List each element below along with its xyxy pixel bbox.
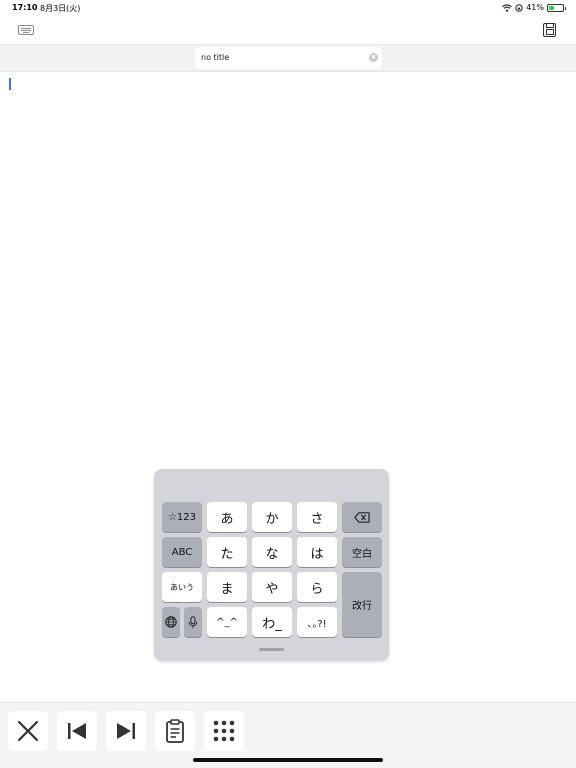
floating-keyboard: ☆123 あ か さ ABC た な は 空白 あいう ま や ら 改行 ^_^…: [154, 469, 389, 661]
key-punctuation[interactable]: ､｡?!: [297, 607, 337, 637]
key-ra[interactable]: ら: [297, 572, 337, 602]
key-a[interactable]: あ: [207, 502, 247, 532]
key-ta[interactable]: た: [207, 537, 247, 567]
microphone-icon: [188, 615, 198, 628]
grid-icon: [213, 720, 235, 742]
key-return[interactable]: 改行: [342, 572, 382, 637]
app-screen: 17:10 8月3日(火) 41% no title × ☆123 あ か さ …: [0, 0, 576, 768]
key-globe[interactable]: [162, 607, 180, 637]
key-na[interactable]: な: [252, 537, 292, 567]
wifi-icon: [502, 3, 513, 12]
clear-circle-icon[interactable]: ×: [369, 53, 378, 62]
delete-icon: [354, 511, 370, 523]
grid-button[interactable]: [204, 711, 244, 751]
key-ma[interactable]: ま: [207, 572, 247, 602]
key-delete[interactable]: [342, 502, 382, 532]
status-right: 41%: [502, 3, 566, 12]
skip-forward-button[interactable]: [106, 711, 146, 751]
keyboard-drag-handle[interactable]: [259, 648, 284, 651]
title-bar: no title ×: [0, 44, 576, 72]
key-wa[interactable]: わ_: [252, 607, 292, 637]
close-icon: [17, 720, 39, 742]
clipboard-button[interactable]: [155, 711, 195, 751]
globe-icon: [165, 616, 177, 628]
status-time: 17:10: [12, 3, 38, 12]
key-sa[interactable]: さ: [297, 502, 337, 532]
battery-icon: [547, 3, 566, 12]
key-mode-kana[interactable]: あいう: [162, 572, 202, 602]
key-microphone[interactable]: [184, 607, 202, 637]
key-ya[interactable]: や: [252, 572, 292, 602]
orientation-lock-icon: [515, 3, 523, 12]
key-space[interactable]: 空白: [342, 537, 382, 567]
key-mode-abc[interactable]: ABC: [162, 537, 202, 567]
battery-percent: 41%: [526, 3, 544, 12]
status-date: 8月3日(火): [40, 4, 81, 13]
key-ka[interactable]: か: [252, 502, 292, 532]
key-kaomoji[interactable]: ^_^: [207, 607, 247, 637]
clipboard-icon: [166, 719, 184, 743]
close-button[interactable]: [8, 711, 48, 751]
status-bar: 17:10 8月3日(火) 41%: [0, 0, 576, 16]
keyboard-icon[interactable]: [18, 25, 34, 35]
title-input[interactable]: no title ×: [195, 47, 382, 69]
floppy-disk-icon[interactable]: [543, 23, 556, 37]
text-caret: [9, 78, 11, 90]
home-indicator[interactable]: [193, 758, 383, 762]
key-mode-numbers[interactable]: ☆123: [162, 502, 202, 532]
top-toolbar: [0, 16, 576, 44]
title-text: no title: [201, 53, 230, 62]
skip-back-icon: [68, 723, 86, 739]
skip-back-button[interactable]: [57, 711, 97, 751]
key-ha[interactable]: は: [297, 537, 337, 567]
battery-level: [549, 5, 555, 10]
skip-forward-icon: [117, 723, 135, 739]
